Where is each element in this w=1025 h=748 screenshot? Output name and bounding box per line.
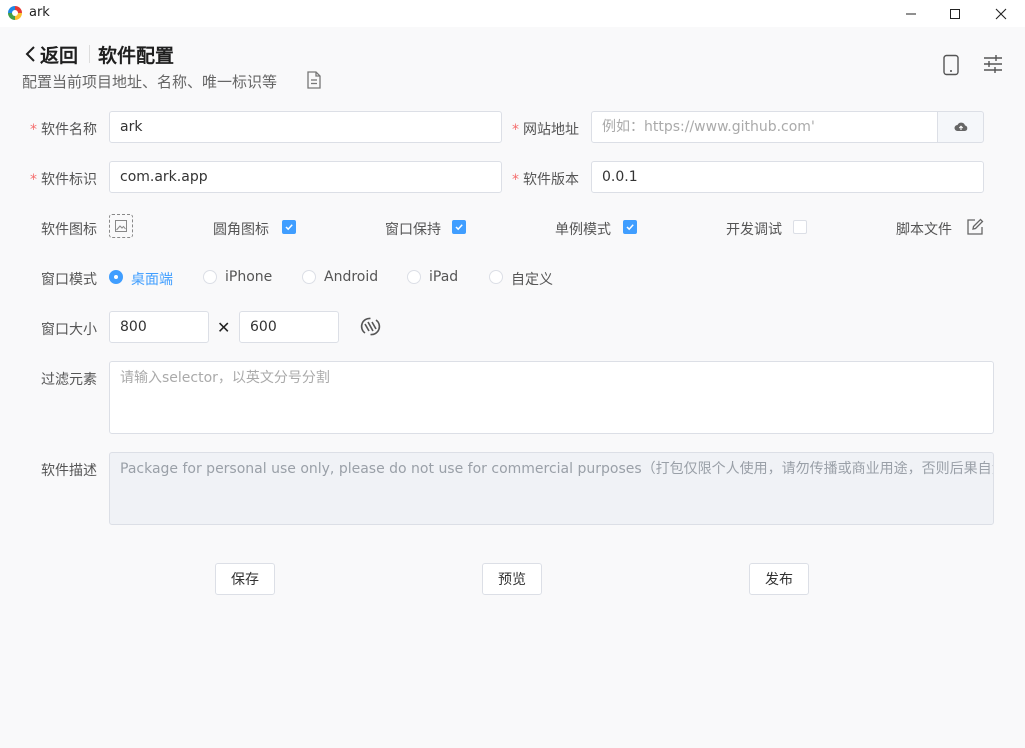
- preview-button[interactable]: 预览: [482, 563, 542, 595]
- radio-custom-label[interactable]: 自定义: [511, 269, 553, 289]
- close-icon: [995, 8, 1007, 19]
- header-divider: [89, 45, 90, 63]
- round-icon-label: 圆角图标: [213, 222, 269, 238]
- window-width-input[interactable]: 800: [109, 311, 209, 343]
- version-label: * 软件版本: [512, 172, 579, 188]
- filter-label: 过滤元素: [41, 372, 97, 388]
- single-instance-label: 单例模式: [555, 222, 611, 238]
- check-icon: [626, 224, 634, 231]
- dev-debug-checkbox[interactable]: [793, 220, 807, 234]
- radio-iphone-label[interactable]: iPhone: [225, 269, 272, 285]
- single-instance-checkbox[interactable]: [623, 220, 637, 234]
- keep-window-checkbox[interactable]: [452, 220, 466, 234]
- chevron-left-icon: [25, 46, 35, 62]
- filter-textarea[interactable]: 请输入selector，以英文分号分割: [109, 361, 994, 434]
- minimize-icon: [906, 13, 916, 14]
- title-bar: ark: [0, 0, 1025, 27]
- app-id-label: * 软件标识: [30, 172, 97, 188]
- minimize-button[interactable]: [888, 0, 934, 27]
- maximize-button[interactable]: [932, 0, 978, 27]
- window-height-input[interactable]: 600: [239, 311, 339, 343]
- back-label: 返回: [40, 44, 79, 67]
- radio-android[interactable]: [302, 270, 316, 284]
- phone-icon[interactable]: [942, 54, 960, 76]
- back-button[interactable]: 返回: [24, 40, 78, 68]
- save-button[interactable]: 保存: [215, 563, 275, 595]
- version-input[interactable]: 0.0.1: [591, 161, 984, 193]
- website-input[interactable]: 例如：https://www.github.com': [591, 111, 938, 143]
- settings-sliders-icon[interactable]: [983, 54, 1003, 74]
- publish-button[interactable]: 发布: [749, 563, 809, 595]
- app-icon-label: 软件图标: [41, 222, 97, 238]
- page-title: 软件配置: [98, 45, 175, 67]
- description-label: 软件描述: [41, 463, 97, 479]
- website-label: * 网站地址: [512, 122, 579, 138]
- maximize-icon: [950, 8, 960, 19]
- description-textarea: Package for personal use only, please do…: [109, 452, 994, 525]
- window-title: ark: [29, 5, 50, 20]
- radio-ipad[interactable]: [407, 270, 421, 284]
- radio-android-label[interactable]: Android: [324, 269, 378, 285]
- radio-desktop[interactable]: [109, 270, 123, 284]
- dev-debug-label: 开发调试: [726, 222, 782, 238]
- swap-size-icon[interactable]: [360, 316, 381, 337]
- round-icon-checkbox[interactable]: [282, 220, 296, 234]
- script-file-label: 脚本文件: [896, 222, 952, 238]
- edit-icon[interactable]: [966, 218, 984, 236]
- radio-custom[interactable]: [489, 270, 503, 284]
- radio-iphone[interactable]: [203, 270, 217, 284]
- app-icon-picker[interactable]: [109, 214, 133, 238]
- image-icon: [115, 220, 127, 232]
- check-icon: [285, 224, 293, 231]
- page-subtitle: 配置当前项目地址、名称、唯一标识等: [22, 73, 278, 91]
- radio-ipad-label[interactable]: iPad: [429, 269, 458, 285]
- size-separator: ✕: [217, 318, 231, 337]
- document-icon[interactable]: [306, 71, 322, 89]
- cloud-upload-icon: [954, 122, 967, 131]
- app-name-input[interactable]: ark: [109, 111, 502, 143]
- upload-button[interactable]: [937, 111, 984, 143]
- app-id-input[interactable]: com.ark.app: [109, 161, 502, 193]
- keep-window-label: 窗口保持: [385, 222, 441, 238]
- check-icon: [455, 224, 463, 231]
- close-button[interactable]: [978, 0, 1024, 27]
- app-name-label: * 软件名称: [30, 122, 97, 138]
- window-size-label: 窗口大小: [41, 322, 97, 338]
- window-mode-label: 窗口模式: [41, 272, 97, 288]
- radio-desktop-label[interactable]: 桌面端: [131, 269, 173, 289]
- app-logo-icon: [8, 6, 22, 20]
